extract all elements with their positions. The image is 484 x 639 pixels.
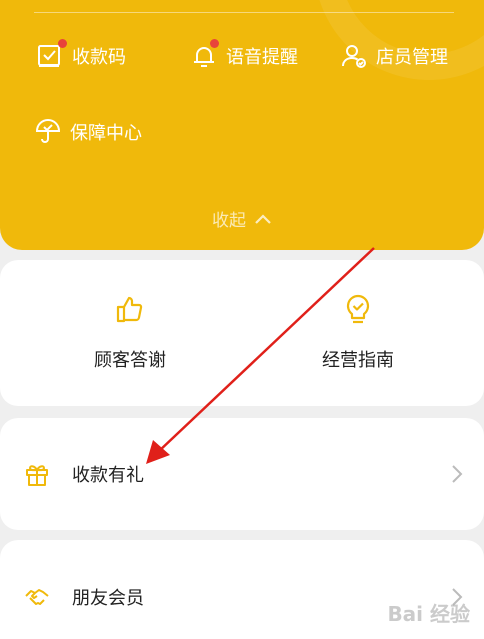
menu-item-label: 店员管理 [376,47,448,68]
menu-item-label: 收款码 [72,47,126,68]
chevron-right-icon [452,465,463,483]
tool-label: 顾客答谢 [94,350,166,371]
menu-item-payment-code[interactable]: 收款码 [36,39,126,70]
menu-item-staff-management[interactable]: 店员管理 [340,42,448,70]
row-label: 收款有礼 [72,465,144,486]
row-payment-gift[interactable]: 收款有礼 [0,418,484,530]
thumbs-up-icon [116,296,143,323]
menu-item-label: 语音提醒 [226,47,298,68]
tool-business-guide[interactable]: 经营指南 [258,292,458,372]
notification-dot [58,39,67,48]
notification-dot [210,39,219,48]
qr-code-icon [36,39,67,70]
menu-item-label: 保障中心 [70,123,142,144]
tools-card: 顾客答谢 经营指南 [0,260,484,406]
account-header-panel: 收款码 语音提醒 店员管理 保障中心 收起 [0,0,484,250]
menu-item-voice-reminder[interactable]: 语音提醒 [190,39,298,70]
collapse-button[interactable]: 收起 [0,206,484,231]
collapse-label: 收起 [212,211,246,231]
gift-icon [26,465,48,486]
handshake-icon [25,589,49,605]
watermark: Bai 经验 [387,602,470,626]
staff-icon [340,42,368,70]
tool-customer-thanks[interactable]: 顾客答谢 [30,292,230,372]
umbrella-icon [34,118,62,146]
divider [34,12,454,13]
lightbulb-check-icon [346,294,370,324]
row-label: 朋友会员 [72,588,144,609]
menu-item-protection-center[interactable]: 保障中心 [34,118,142,146]
chevron-up-icon [255,213,271,224]
bell-icon [190,39,219,70]
tool-label: 经营指南 [322,350,394,371]
